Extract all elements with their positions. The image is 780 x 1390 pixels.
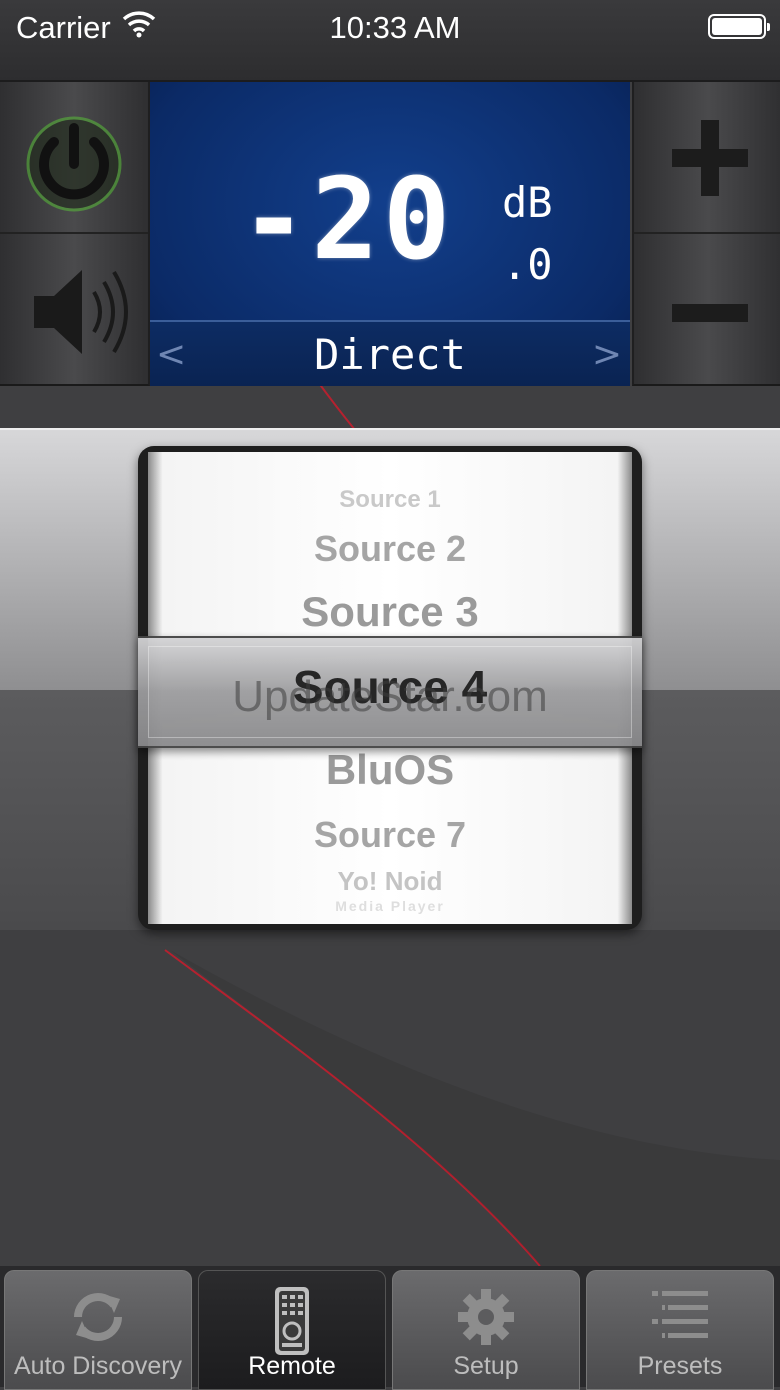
volume-up-button[interactable] (672, 120, 748, 196)
remote-icon (275, 1287, 309, 1355)
tab-label: Auto Discovery (13, 1352, 183, 1380)
tab-label: Presets (637, 1352, 723, 1380)
volume-down-button[interactable] (672, 302, 748, 324)
tab-auto-discovery[interactable]: Auto Discovery (4, 1270, 192, 1390)
mute-button[interactable] (26, 262, 136, 362)
volume-decimal: .0 (502, 240, 553, 289)
mode-next-button[interactable]: > (592, 334, 622, 375)
battery-icon (708, 14, 770, 39)
list-icon (652, 1291, 708, 1338)
tab-remote[interactable]: Remote (198, 1270, 386, 1390)
gear-icon (458, 1289, 514, 1345)
tab-label: Setup (453, 1352, 519, 1380)
panel-divider (634, 232, 780, 234)
right-control-panel (632, 82, 780, 386)
mode-selector[interactable]: < Direct > (150, 320, 630, 386)
source-option[interactable]: Source 3 (148, 588, 632, 636)
watermark: UpdateStar.com (232, 672, 548, 721)
refresh-icon (74, 1293, 122, 1341)
source-option[interactable]: Source 1 (148, 486, 632, 514)
panel-divider (0, 232, 148, 234)
volume-value: -20 (240, 155, 455, 285)
source-option[interactable]: Yo! Noid (148, 866, 632, 897)
mode-label: Direct (314, 330, 466, 379)
tab-presets[interactable]: Presets (586, 1270, 774, 1390)
left-control-panel (0, 82, 150, 386)
tab-setup[interactable]: Setup (392, 1270, 580, 1390)
volume-readout: -20 dB .0 (150, 82, 630, 318)
source-option[interactable]: Media Player (148, 898, 632, 914)
tab-bar: Auto Discovery Remote Setup Presets (0, 1266, 780, 1390)
clock: 10:33 AM (329, 10, 461, 45)
volume-display: -20 dB .0 < Direct > (150, 82, 630, 386)
power-button[interactable] (22, 112, 126, 216)
volume-unit: dB (502, 178, 553, 227)
tab-label: Remote (248, 1352, 336, 1380)
status-bar: Carrier 10:33 AM (0, 0, 780, 82)
source-option[interactable]: BluOS (148, 746, 632, 794)
source-option[interactable]: Source 2 (148, 528, 632, 570)
source-option[interactable]: Source 7 (148, 814, 632, 856)
